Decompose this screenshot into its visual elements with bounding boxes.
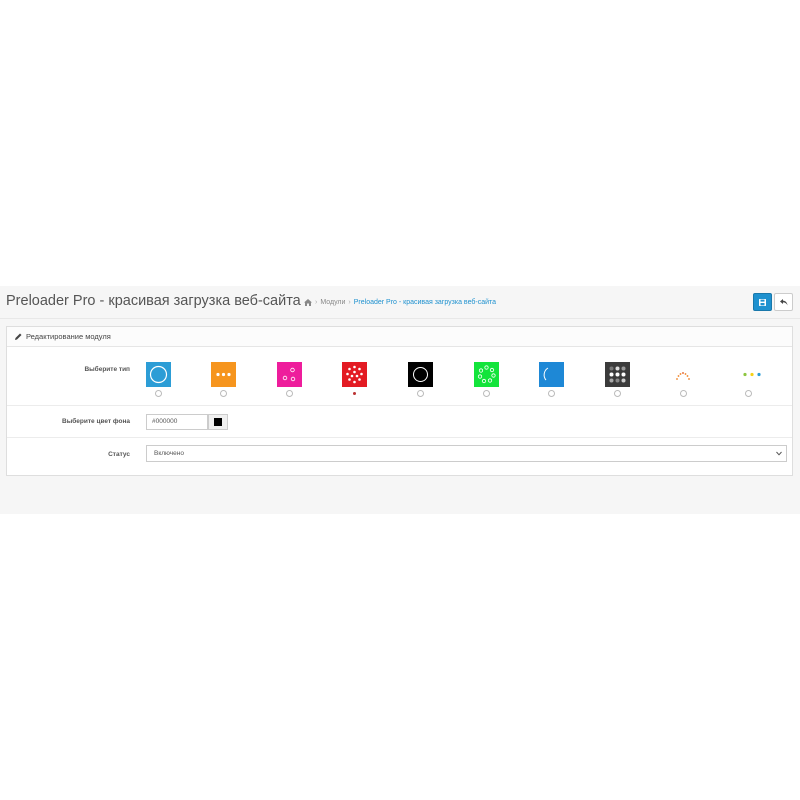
type-label: Выберите тип <box>84 366 130 373</box>
type-radio[interactable] <box>286 390 293 397</box>
type-radio[interactable] <box>220 390 227 397</box>
page-header: Preloader Pro - красивая загрузка веб-са… <box>0 286 800 319</box>
save-button[interactable] <box>753 293 772 311</box>
status-select[interactable]: Включено <box>146 445 787 462</box>
color-label: Выберите цвет фона <box>62 418 130 425</box>
pencil-icon <box>15 333 22 340</box>
type-tile-three-dots[interactable] <box>211 362 236 387</box>
app-content: Preloader Pro - красивая загрузка веб-са… <box>0 286 800 514</box>
breadcrumb-separator: › <box>315 299 318 306</box>
panel-heading-title: Редактирование модуля <box>26 332 111 341</box>
color-swatch <box>214 418 222 426</box>
color-input[interactable]: #000000 <box>146 414 208 430</box>
type-radio[interactable] <box>483 390 490 397</box>
type-tile-spinner-ring[interactable] <box>146 362 171 387</box>
type-tile-dot-ring[interactable] <box>342 362 367 387</box>
panel-heading: Редактирование модуля <box>7 327 792 347</box>
breadcrumb-modules[interactable]: Модули <box>320 299 345 306</box>
breadcrumb-separator: › <box>348 299 351 306</box>
page-title: Preloader Pro - красивая загрузка веб-са… <box>6 293 301 309</box>
type-radio[interactable] <box>417 390 424 397</box>
color-picker-button[interactable] <box>208 414 228 430</box>
type-tile-colored-dots[interactable] <box>736 362 761 387</box>
type-radio[interactable] <box>155 390 162 397</box>
type-row: Выберите тип <box>7 347 792 406</box>
color-row: Выберите цвет фона #000000 <box>7 406 792 438</box>
type-tile-green-ring[interactable] <box>474 362 499 387</box>
type-tile-dot-grid[interactable] <box>605 362 630 387</box>
type-radio[interactable] <box>614 390 621 397</box>
type-tile-arc-spinner[interactable] <box>539 362 564 387</box>
back-button[interactable] <box>774 293 793 311</box>
type-radio[interactable] <box>548 390 555 397</box>
edit-module-panel: Редактирование модуля Выберите тип Выбер… <box>6 326 793 476</box>
type-tile-bouncing-circles[interactable] <box>277 362 302 387</box>
breadcrumb-current[interactable]: Preloader Pro - красивая загрузка веб-са… <box>354 299 496 306</box>
breadcrumb: › Модули › Preloader Pro - красивая загр… <box>304 299 496 306</box>
chevron-down-icon <box>776 451 782 456</box>
save-icon <box>759 298 766 306</box>
home-icon[interactable] <box>304 299 312 306</box>
type-tile-black-ring[interactable] <box>408 362 433 387</box>
type-tile-orange-dots-arc[interactable] <box>670 362 695 387</box>
type-radio-selected[interactable] <box>351 390 358 397</box>
type-radio[interactable] <box>680 390 687 397</box>
reply-icon <box>779 298 787 305</box>
status-label: Статус <box>108 451 130 458</box>
status-value: Включено <box>154 450 184 457</box>
status-row: Статус Включено <box>7 438 792 476</box>
type-radio[interactable] <box>745 390 752 397</box>
